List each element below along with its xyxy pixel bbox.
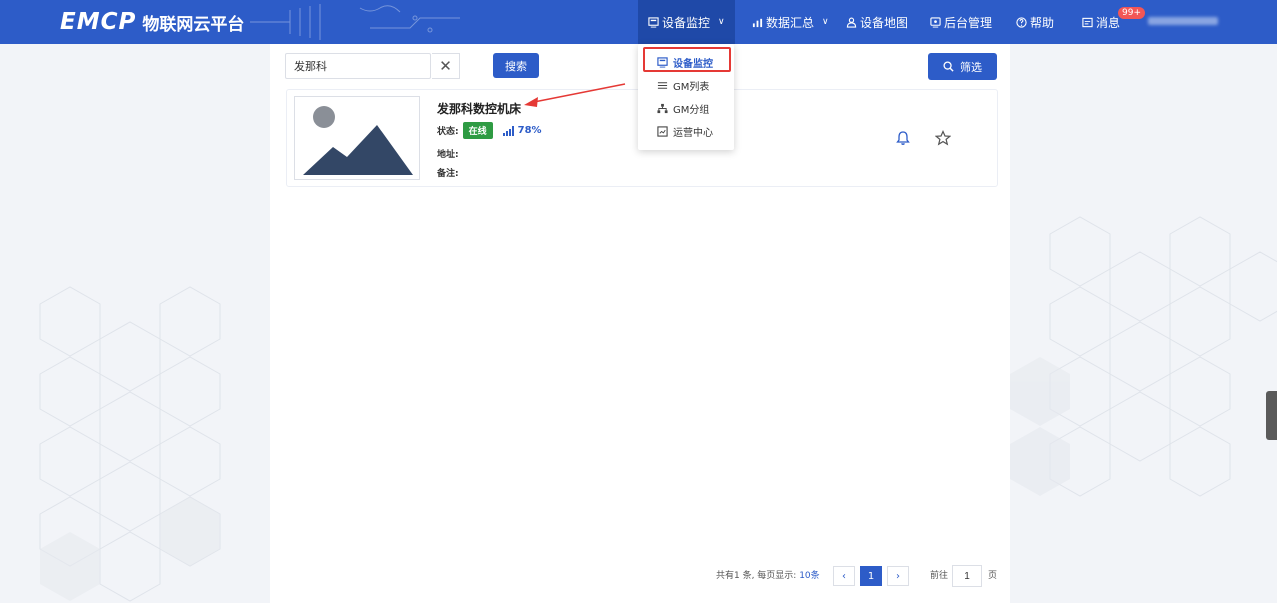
signal-strength: 78% [517, 125, 542, 136]
bar-chart-icon [752, 18, 763, 27]
goto-page-input[interactable] [952, 565, 982, 587]
user-name-redacted[interactable] [1148, 17, 1218, 25]
nav-help-label: 帮助 [1030, 15, 1055, 30]
message-count-badge: 99+ [1118, 7, 1145, 19]
chevron-left-icon: ‹ [842, 570, 846, 582]
logo-mark: EMCP [60, 9, 137, 35]
admin-icon [930, 16, 941, 28]
search-icon [943, 61, 954, 72]
nav-device-monitor-label: 设备监控 [662, 15, 711, 30]
nav-messages[interactable]: 消息 [1082, 0, 1120, 44]
dropdown-item-label: GM列表 [673, 81, 710, 93]
device-status-row: 状态: 在线 78% [437, 122, 542, 139]
dropdown-item-label: 运营中心 [673, 127, 713, 139]
header-decoration [250, 4, 460, 40]
background-pattern-right [1010, 44, 1277, 603]
image-placeholder-icon [303, 106, 413, 175]
dropdown-item-gm-list[interactable]: GM列表 [638, 74, 734, 96]
nav-data-summary[interactable]: 数据汇总 ∨ [752, 0, 829, 44]
current-page[interactable]: 1 [860, 566, 882, 586]
side-scroll-handle[interactable] [1266, 391, 1277, 440]
prev-page-button[interactable]: ‹ [833, 566, 855, 586]
chevron-down-icon: ∨ [822, 17, 829, 27]
app-logo[interactable]: EMCP 物联网云平台 [60, 8, 244, 36]
device-name[interactable]: 发那科数控机床 [437, 100, 521, 117]
dropdown-item-operations[interactable]: 运营中心 [638, 120, 734, 142]
signal-icon [502, 125, 514, 136]
address-label: 地址: [437, 150, 459, 160]
chevron-down-icon: ∨ [718, 17, 725, 27]
nav-data-summary-label: 数据汇总 [766, 15, 815, 30]
device-image-placeholder [294, 96, 420, 180]
filter-button[interactable]: 筛选 [928, 53, 997, 80]
nav-device-map[interactable]: 设备地图 [846, 0, 908, 44]
filter-button-label: 筛选 [960, 60, 982, 74]
user-group-icon [846, 17, 857, 28]
nav-help[interactable]: 帮助 [1016, 0, 1054, 44]
search-input[interactable] [285, 53, 431, 79]
note-label: 备注: [437, 169, 459, 179]
list-icon [657, 81, 668, 89]
dropdown-item-label: GM分组 [673, 104, 710, 116]
status-badge: 在线 [462, 122, 493, 139]
bell-icon[interactable] [895, 130, 911, 146]
page-suffix: 页 [988, 571, 998, 581]
page-size-select[interactable]: 10条 [799, 571, 819, 581]
nav-device-map-label: 设备地图 [860, 15, 909, 30]
top-nav-bar: EMCP 物联网云平台 设备监控 ∨ 数据汇总 ∨ 设备地图 后台管理 帮助 消… [0, 0, 1277, 44]
search-button[interactable]: 搜索 [493, 53, 539, 78]
nav-device-monitor[interactable]: 设备监控 ∨ [638, 0, 735, 44]
pagination-summary: 共有1 条, 每页显示: 10条 [716, 568, 820, 581]
goto-label: 前往 [930, 571, 949, 581]
close-icon: ✕ [439, 57, 452, 75]
help-icon [1016, 16, 1027, 28]
next-page-button[interactable]: › [887, 566, 909, 586]
status-label: 状态: [437, 127, 459, 137]
logo-text: 物联网云平台 [142, 14, 245, 35]
operations-icon [657, 125, 668, 137]
nav-backend[interactable]: 后台管理 [930, 0, 992, 44]
annotation-arrow [524, 83, 626, 107]
message-icon [1082, 17, 1093, 27]
nav-backend-label: 后台管理 [944, 15, 993, 30]
clear-search-button[interactable]: ✕ [432, 53, 460, 79]
chevron-right-icon: › [896, 570, 900, 582]
background-pattern-left [0, 44, 270, 603]
highlight-box [643, 47, 731, 72]
group-icon [657, 103, 668, 113]
dropdown-item-gm-group[interactable]: GM分组 [638, 97, 734, 119]
pagination-total: 共有1 条, 每页显示: [716, 571, 800, 581]
star-icon[interactable] [935, 130, 951, 146]
nav-messages-label: 消息 [1096, 15, 1121, 30]
monitor-icon [648, 16, 659, 28]
